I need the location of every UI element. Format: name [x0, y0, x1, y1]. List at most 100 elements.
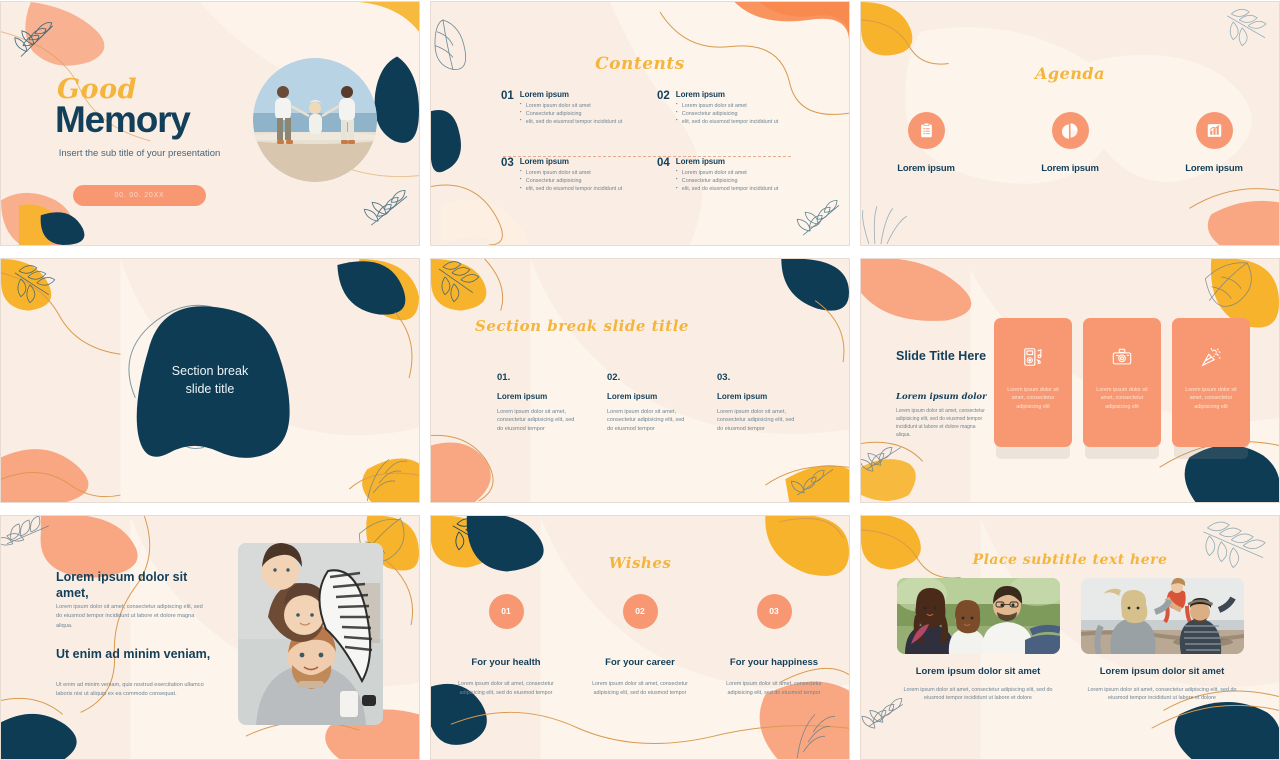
wish-heading: For your happiness	[729, 656, 819, 668]
agenda-item[interactable]: Lorem ipsum	[1166, 111, 1262, 174]
slide-8-title: Wishes	[608, 553, 672, 572]
contents-item-bullets: Lorem ipsum dolor sit amet Consectetur a…	[520, 101, 623, 126]
wish-body: Lorem ipsum dolor sit amet, consectetur …	[592, 680, 688, 696]
bullet: elit, sed do eiusmod tempor incididunt u…	[520, 117, 623, 126]
agenda-item[interactable]: Lorem ipsum	[878, 111, 974, 174]
slide-9-items: Lorem ipsum dolor sit amet Lorem ipsum d…	[861, 577, 1279, 704]
slide-1-photo	[253, 57, 377, 182]
music-player-icon	[1022, 346, 1044, 373]
wish-number-badge: 02	[622, 593, 658, 629]
slide-title[interactable]: Good Memory Insert the sub title of your…	[0, 0, 420, 246]
contents-item-heading: Lorem ipsum	[675, 156, 725, 166]
slide-9-photo-left	[896, 577, 1060, 654]
slide-5-items: 01. Lorem ipsum Lorem ipsum dolor sit am…	[497, 372, 797, 435]
slide-7-photo	[238, 542, 383, 725]
feature-card[interactable]: Lorem ipsum dolor sit amet, consectetur …	[994, 317, 1072, 447]
photo-item-body: Lorem ipsum dolor sit amet, consectetur …	[1087, 686, 1237, 702]
bullet: Lorem ipsum dolor sit amet	[520, 101, 623, 110]
contents-item[interactable]: 01 Lorem ipsum Lorem ipsum dolor sit ame…	[501, 90, 635, 126]
slide-1-main-title: Memory	[55, 98, 191, 140]
bullet: Lorem ipsum dolor sit amet	[676, 168, 779, 177]
bullet: elit, sed do eiusmod tempor incididunt u…	[520, 185, 623, 193]
item-heading: Lorem ipsum	[717, 391, 768, 401]
slide-6-cards: Lorem ipsum dolor sit amet, consectetur …	[994, 317, 1250, 447]
section-list-item[interactable]: 01. Lorem ipsum Lorem ipsum dolor sit am…	[497, 372, 577, 435]
contents-item[interactable]: 02 Lorem ipsum Lorem ipsum dolor sit ame…	[657, 90, 791, 126]
contents-item-bullets: Lorem ipsum dolor sit amet Consectetur a…	[676, 101, 779, 126]
bullet: Lorem ipsum dolor sit amet	[676, 101, 779, 110]
wish-item[interactable]: 03 For your happiness Lorem ipsum dolor …	[721, 593, 827, 698]
pie-chart-icon	[1051, 111, 1089, 149]
bullet: Consectetur adipisicing	[520, 109, 623, 118]
slide-wishes[interactable]: Wishes 01 For your health Lorem ipsum do…	[430, 514, 850, 760]
contents-item-heading: Lorem ipsum	[519, 156, 569, 166]
slide-contents[interactable]: Contents 01 Lorem ipsum Lorem ipsum dolo…	[430, 0, 850, 246]
slide-section-break-blob[interactable]: Section break slide title	[0, 257, 420, 503]
item-body: Lorem ipsum dolor sit amet, consectetur …	[497, 408, 575, 433]
contents-item-heading: Lorem ipsum	[675, 89, 725, 99]
slide-agenda[interactable]: Agenda Lorem ipsum Lorem ipsum Lorem ips…	[860, 0, 1280, 246]
slide-2-items: 01 Lorem ipsum Lorem ipsum dolor sit ame…	[501, 90, 791, 194]
section-list-item[interactable]: 02. Lorem ipsum Lorem ipsum dolor sit am…	[607, 372, 687, 435]
wish-item[interactable]: 02 For your career Lorem ipsum dolor sit…	[587, 593, 693, 698]
slide-7-body-2: Ut enim ad minim veniam, quis nostrud ex…	[56, 681, 204, 698]
bullet: Consectetur adipisicing	[676, 109, 779, 118]
bullet: Lorem ipsum dolor sit amet	[520, 168, 623, 177]
contents-item-heading: Lorem ipsum	[519, 89, 569, 99]
slide-1-date-badge[interactable]: 00. 00. 20XX	[73, 184, 206, 206]
party-popper-icon	[1200, 346, 1222, 373]
contents-item[interactable]: 04 Lorem ipsum Lorem ipsum dolor sit ame…	[657, 157, 791, 193]
slide-7-body-1: Lorem ipsum dolor sit amet, consectetur …	[56, 603, 203, 629]
bullet: Consectetur adipisicing	[676, 176, 779, 185]
item-number: 01.	[497, 371, 511, 383]
contents-item-number: 02	[657, 89, 670, 102]
wish-body: Lorem ipsum dolor sit amet, consectetur …	[726, 680, 822, 696]
slide-8-items: 01 For your health Lorem ipsum dolor sit…	[431, 593, 849, 698]
clipboard-checklist-icon	[907, 111, 945, 149]
contents-item[interactable]: 03 Lorem ipsum Lorem ipsum dolor sit ame…	[501, 157, 635, 193]
photo-item-heading: Lorem ipsum dolor sit amet	[915, 665, 1041, 677]
photo-item-body: Lorem ipsum dolor sit amet, consectetur …	[903, 686, 1053, 702]
slide-4-title: Section break slide title	[1, 362, 419, 398]
slide-deck-grid: Good Memory Insert the sub title of your…	[0, 0, 1280, 760]
bullet: elit, sed do eiusmod tempor incididunt u…	[676, 117, 779, 126]
agenda-item-label: Lorem ipsum	[897, 162, 955, 174]
feature-card-text: Lorem ipsum dolor sit amet, consectetur …	[1007, 386, 1059, 410]
contents-item-number: 01	[501, 89, 514, 102]
slide-two-photo[interactable]: Place subtitle text here Lorem ipsum dol…	[860, 514, 1280, 760]
bullet: Consectetur adipisicing	[520, 176, 623, 185]
slide-9-photo-right	[1080, 577, 1244, 654]
slide-6-script-subtitle: Lorem ipsum dolor	[896, 391, 987, 402]
agenda-item[interactable]: Lorem ipsum	[1022, 111, 1118, 174]
wish-body: Lorem ipsum dolor sit amet, consectetur …	[458, 680, 554, 696]
slide-text-image[interactable]: Lorem ipsum dolor sit amet, Lorem ipsum …	[0, 514, 420, 760]
slide-1-subtitle: Insert the sub title of your presentatio…	[58, 147, 221, 159]
item-body: Lorem ipsum dolor sit amet, consectetur …	[607, 408, 685, 433]
slide-6-body: Lorem ipsum dolor sit amet, consectetur …	[896, 407, 985, 439]
photo-item[interactable]: Lorem ipsum dolor sit amet Lorem ipsum d…	[1080, 577, 1244, 704]
wish-heading: For your health	[471, 656, 541, 668]
wish-number-badge: 01	[488, 593, 524, 629]
slide-3-items: Lorem ipsum Lorem ipsum Lorem ipsum	[861, 111, 1279, 174]
slide-3-title: Agenda	[1035, 63, 1105, 83]
feature-card[interactable]: Lorem ipsum dolor sit amet, consectetur …	[1172, 317, 1250, 447]
section-list-item[interactable]: 03. Lorem ipsum Lorem ipsum dolor sit am…	[717, 372, 797, 435]
feature-card-text: Lorem ipsum dolor sit amet, consectetur …	[1185, 386, 1237, 410]
camera-icon	[1111, 346, 1133, 373]
bar-chart-icon	[1195, 111, 1233, 149]
feature-card[interactable]: Lorem ipsum dolor sit amet, consectetur …	[1083, 317, 1161, 447]
wish-item[interactable]: 01 For your health Lorem ipsum dolor sit…	[453, 593, 559, 698]
slide-cards[interactable]: Slide Title Here Lorem ipsum dolor Lorem…	[860, 257, 1280, 503]
feature-card-text: Lorem ipsum dolor sit amet, consectetur …	[1096, 386, 1148, 410]
slide-4-title-line1: Section break	[171, 363, 249, 378]
slide-section-break-list[interactable]: Section break slide title 01. Lorem ipsu…	[430, 257, 850, 503]
photo-item[interactable]: Lorem ipsum dolor sit amet Lorem ipsum d…	[896, 577, 1060, 704]
contents-item-number: 03	[501, 156, 514, 169]
slide-7-heading-1: Lorem ipsum dolor sit amet,	[56, 569, 188, 600]
contents-item-bullets: Lorem ipsum dolor sit amet Consectetur a…	[676, 168, 779, 193]
item-heading: Lorem ipsum	[607, 391, 658, 401]
wish-heading: For your career	[605, 656, 675, 668]
contents-item-bullets: Lorem ipsum dolor sit amet Consectetur a…	[520, 168, 623, 193]
item-number: 02.	[607, 371, 621, 383]
item-heading: Lorem ipsum	[497, 391, 548, 401]
